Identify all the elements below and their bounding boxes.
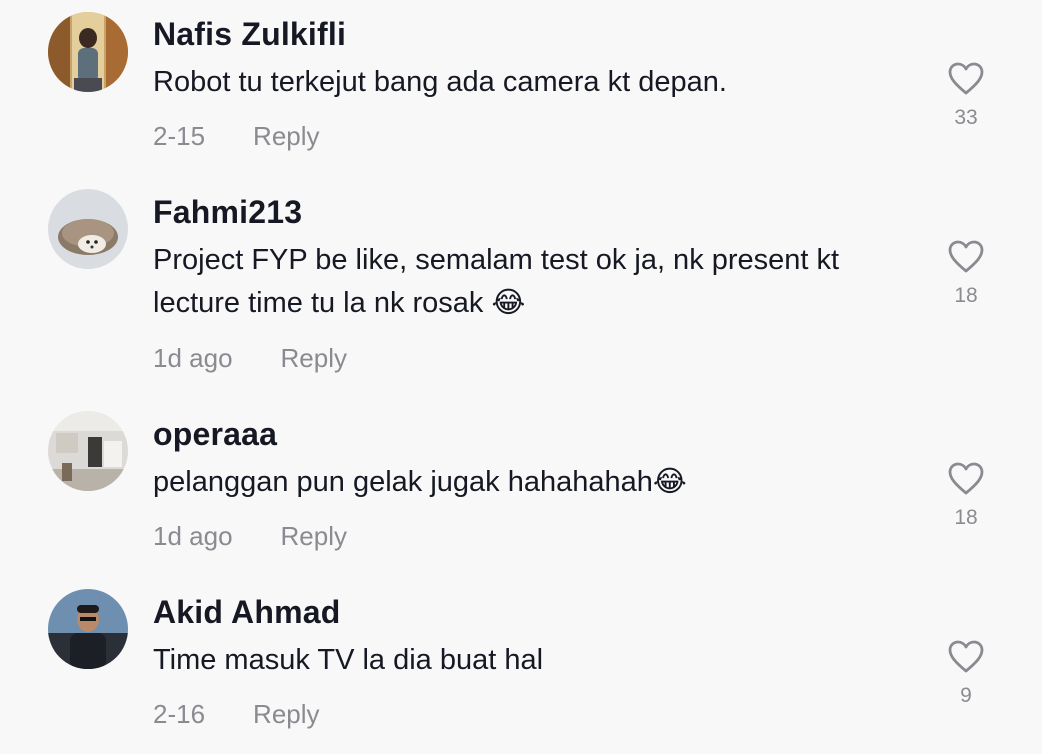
comment-username[interactable]: Nafis Zulkifli <box>153 16 346 53</box>
comment-meta: 1d ago Reply <box>153 343 347 374</box>
comment-text: Time masuk TV la dia buat hal <box>153 644 544 676</box>
reply-button[interactable]: Reply <box>281 521 347 552</box>
comment-text: Robot tu terkejut bang ada camera kt dep… <box>153 66 727 98</box>
comment-username[interactable]: Akid Ahmad <box>153 594 341 631</box>
comment-text: Project FYP be like, semalam test ok ja,… <box>153 244 840 319</box>
heart-icon[interactable] <box>948 62 984 96</box>
reply-button[interactable]: Reply <box>253 699 319 730</box>
reply-button[interactable]: Reply <box>281 343 347 374</box>
like-button[interactable]: 18 <box>944 240 988 308</box>
like-count: 33 <box>954 106 978 129</box>
heart-icon[interactable] <box>948 462 984 496</box>
like-count: 18 <box>954 284 978 307</box>
comment-meta: 1d ago Reply <box>153 521 347 552</box>
avatar[interactable] <box>48 189 128 269</box>
reply-button[interactable]: Reply <box>253 121 319 152</box>
like-button[interactable]: 33 <box>944 62 988 130</box>
comment-time: 2-16 <box>153 699 206 729</box>
heart-icon[interactable] <box>948 240 984 274</box>
like-button[interactable]: 18 <box>944 462 988 530</box>
avatar-person-icon <box>48 12 128 92</box>
comment-username[interactable]: operaaa <box>153 416 277 453</box>
comment-time: 1d ago <box>153 521 233 551</box>
avatar-room-icon <box>48 411 128 491</box>
avatar-person-icon <box>48 589 128 669</box>
comment-meta: 2-15 Reply <box>153 121 320 152</box>
avatar[interactable] <box>48 589 128 669</box>
comment-username[interactable]: Fahmi213 <box>153 194 302 231</box>
avatar[interactable] <box>48 12 128 92</box>
comment-text: pelanggan pun gelak jugak hahahahah😂 <box>153 466 687 498</box>
comment-time: 2-15 <box>153 121 206 151</box>
like-count: 18 <box>954 506 978 529</box>
comment-meta: 2-16 Reply <box>153 699 320 730</box>
avatar-hedgehog-icon <box>48 189 128 269</box>
like-button[interactable]: 9 <box>944 640 988 708</box>
like-count: 9 <box>960 684 972 707</box>
comment-time: 1d ago <box>153 343 233 373</box>
avatar[interactable] <box>48 411 128 491</box>
heart-icon[interactable] <box>948 640 984 674</box>
